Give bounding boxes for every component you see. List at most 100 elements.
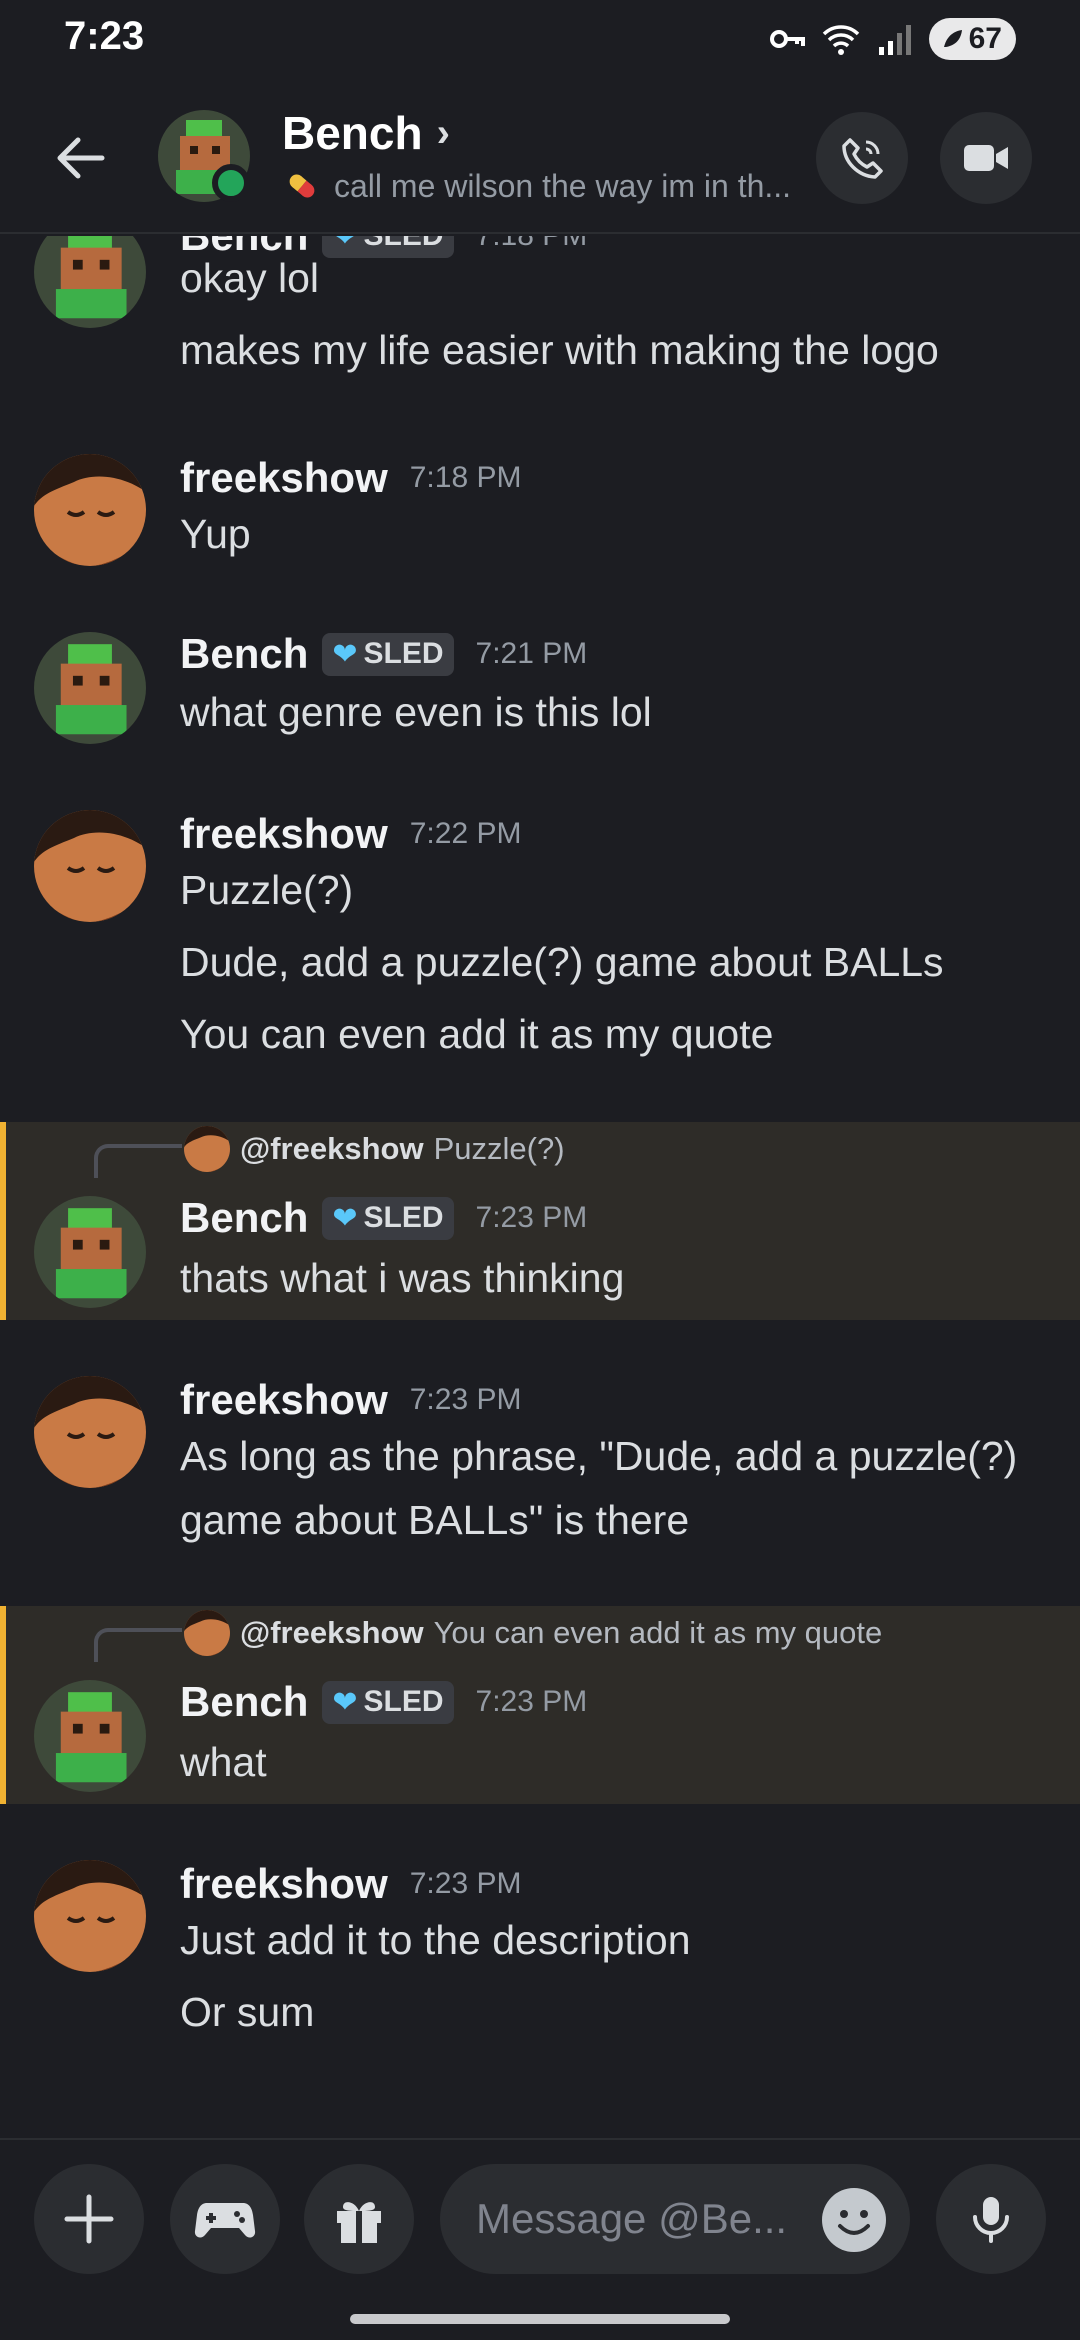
author-line: freekshow 7:18 PM (180, 454, 521, 502)
heart-icon: ❤ (332, 1201, 358, 1235)
battery-indicator: 67 (928, 18, 1016, 60)
plus-icon (64, 2194, 114, 2244)
gift-icon (337, 2202, 381, 2243)
bench-avatar[interactable] (34, 1196, 146, 1308)
message-line[interactable]: As long as the phrase, "Dude, add a puzz… (180, 1424, 1060, 1552)
bench-avatar-image (34, 1680, 146, 1792)
timestamp: 7:23 PM (475, 1685, 588, 1718)
message-line[interactable]: You can even add it as my quote (180, 1002, 1060, 1066)
message-group: freekshow 7:18 PM Yup (0, 454, 1080, 604)
emoji-button[interactable] (822, 2188, 886, 2252)
freekshow-avatar[interactable] (34, 1376, 146, 1488)
author-line: Bench ❤ SLED 7:23 PM (180, 1194, 587, 1242)
chat-header: Bench › call me wilson the way im in th.… (0, 84, 1080, 234)
header-name-text: Bench (282, 107, 423, 159)
message-line[interactable]: makes my life easier with making the log… (180, 318, 1060, 382)
timestamp: 7:23 PM (409, 1383, 522, 1416)
microphone-icon (973, 2197, 1009, 2243)
gamepad-icon (194, 2203, 256, 2238)
heart-icon: ❤ (332, 1685, 358, 1719)
message-group: freekshow 7:23 PM As long as the phrase,… (0, 1376, 1080, 1576)
bench-avatar-image (34, 1196, 146, 1308)
author-line: freekshow 7:22 PM (180, 810, 521, 858)
reply-avatar (184, 1610, 230, 1656)
timestamp: 7:18 PM (409, 461, 522, 494)
message-line[interactable]: Yup (180, 502, 1060, 566)
author-name[interactable]: freekshow (180, 810, 388, 858)
status-time: 7:23 (64, 14, 145, 58)
header-user-name[interactable]: Bench › (282, 106, 450, 160)
tag-text: SLED (363, 1685, 444, 1718)
emoji-icon (824, 2190, 884, 2250)
back-arrow-icon (57, 137, 105, 179)
message-group: Bench ❤SLED 7:18 PM okay lol makes my li… (0, 236, 1080, 376)
video-call-button[interactable] (940, 112, 1032, 204)
gift-button[interactable] (304, 2164, 414, 2274)
reply-text: You can even add it as my quote (433, 1615, 883, 1650)
mention-message-group: @freekshow You can even add it as my quo… (0, 1606, 1080, 1804)
message-list[interactable]: Bench ❤SLED 7:18 PM okay lol makes my li… (0, 236, 1080, 2136)
bench-avatar-image (34, 632, 146, 744)
server-tag[interactable]: ❤SLED (322, 1680, 454, 1724)
bench-avatar[interactable] (34, 236, 146, 328)
author-name[interactable]: freekshow (180, 1376, 388, 1424)
reply-author: @freekshow (240, 1131, 424, 1166)
message-line[interactable]: what (180, 1730, 1060, 1794)
message-line[interactable]: Just add it to the description (180, 1908, 1060, 1972)
back-button[interactable] (44, 122, 116, 194)
reply-connector (94, 1628, 182, 1662)
freekshow-avatar-image (184, 1610, 230, 1656)
custom-status-text: call me wilson the way im in th... (334, 167, 792, 204)
message-group: Bench ❤ SLED 7:21 PM what genre even is t… (0, 630, 1080, 782)
bench-avatar[interactable] (34, 1680, 146, 1792)
reply-preview[interactable]: @freekshow Puzzle(?) (184, 1126, 565, 1172)
activities-button[interactable] (170, 2164, 280, 2274)
bench-avatar[interactable] (34, 632, 146, 744)
pill-icon (289, 174, 315, 198)
mention-message-group: @freekshow Puzzle(?) Bench ❤ SLED 7:23 PM… (0, 1122, 1080, 1320)
message-line[interactable]: Or sum (180, 1980, 1060, 2044)
server-tag[interactable]: ❤SLED (322, 632, 454, 676)
timestamp: 7:23 PM (409, 1867, 522, 1900)
battery-level: 67 (968, 22, 1002, 55)
author-name[interactable]: Bench (180, 630, 308, 678)
author-name[interactable]: freekshow (180, 454, 388, 502)
reply-preview[interactable]: @freekshow You can even add it as my quo… (184, 1610, 882, 1656)
freekshow-avatar-image (34, 810, 146, 922)
message-line[interactable]: Puzzle(?) (180, 858, 1060, 922)
signal-icon (875, 19, 915, 59)
author-line: Bench ❤ SLED 7:21 PM (180, 630, 587, 678)
message-line[interactable]: Dude, add a puzzle(?) game about BALLs (180, 930, 1060, 994)
author-name[interactable]: freekshow (180, 1860, 388, 1908)
online-status-dot (212, 164, 250, 202)
chevron-right-icon: › (436, 110, 450, 155)
timestamp: 7:22 PM (409, 817, 522, 850)
freekshow-avatar[interactable] (34, 810, 146, 922)
server-tag[interactable]: ❤SLED (322, 1196, 454, 1240)
message-line[interactable]: thats what i was thinking (180, 1246, 1060, 1310)
tag-text: SLED (363, 1201, 444, 1234)
bench-avatar-image (34, 236, 146, 328)
message-input[interactable] (476, 2195, 806, 2243)
freekshow-avatar-image (184, 1126, 230, 1172)
voice-message-button[interactable] (936, 2164, 1046, 2274)
freekshow-avatar[interactable] (34, 1860, 146, 1972)
message-group: freekshow 7:22 PM Puzzle(?) Dude, add a … (0, 810, 1080, 1070)
reply-connector (94, 1144, 182, 1178)
freekshow-avatar-image (34, 1860, 146, 1972)
tag-text: SLED (363, 637, 444, 670)
voice-call-button[interactable] (816, 112, 908, 204)
author-name[interactable]: Bench (180, 1678, 308, 1726)
author-line: Bench ❤ SLED 7:23 PM (180, 1678, 587, 1726)
home-indicator[interactable] (350, 2314, 730, 2324)
reply-text: Puzzle(?) (433, 1131, 565, 1166)
message-line[interactable]: what genre even is this lol (180, 680, 1060, 744)
vpn-key-icon (767, 19, 807, 59)
timestamp: 7:21 PM (475, 637, 588, 670)
author-name[interactable]: Bench (180, 1194, 308, 1242)
add-attachment-button[interactable] (34, 2164, 144, 2274)
author-line: freekshow 7:23 PM (180, 1860, 521, 1908)
message-input-box[interactable] (440, 2164, 910, 2274)
message-line[interactable]: okay lol (180, 246, 1060, 310)
freekshow-avatar[interactable] (34, 454, 146, 566)
